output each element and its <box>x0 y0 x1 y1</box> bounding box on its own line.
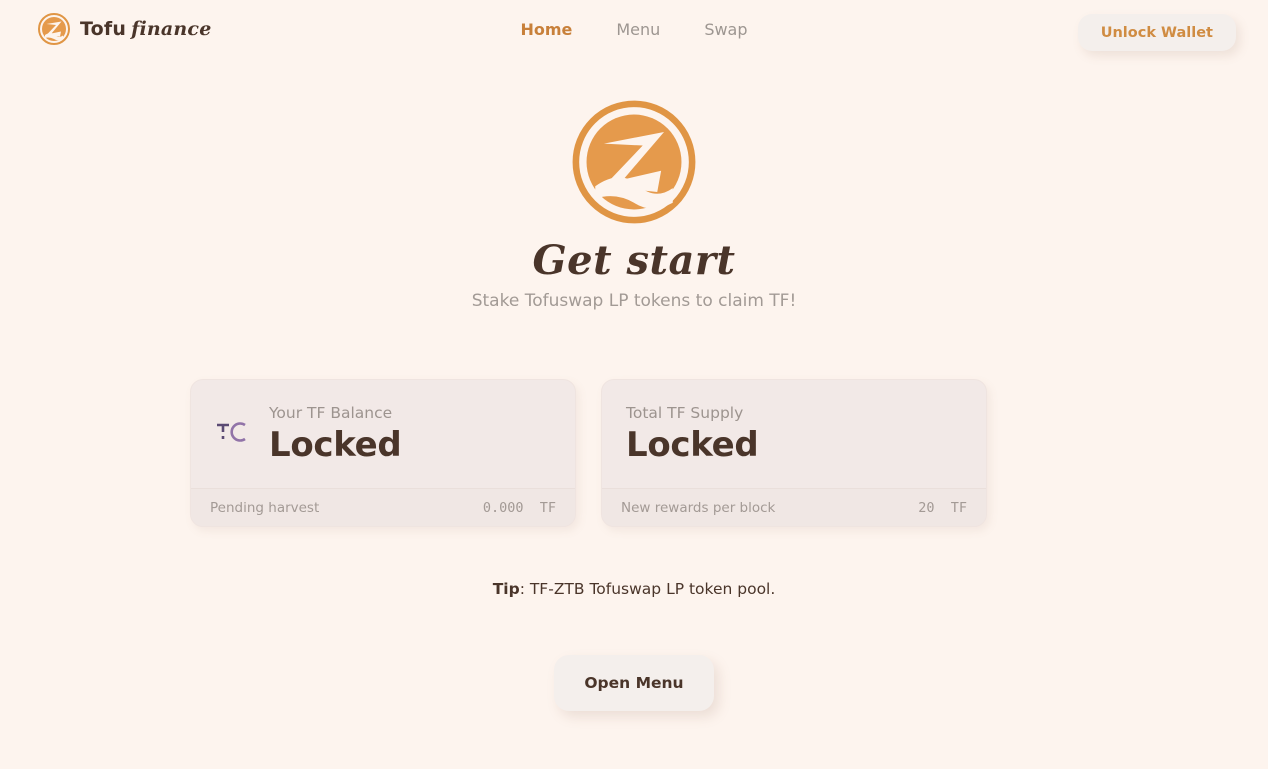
card-footer: Pending harvest 0.000 TF <box>191 488 575 526</box>
nav-item-menu[interactable]: Menu <box>610 18 666 41</box>
card-label: Total TF Supply <box>626 404 744 423</box>
tip-text: Tip: TF-ZTB Tofuswap LP token pool. <box>0 580 1268 598</box>
page-title: Get start <box>532 237 736 284</box>
card-body: Total TF Supply Locked <box>602 380 986 488</box>
open-menu-container: Open Menu <box>0 655 1268 711</box>
card-text: Your TF Balance Locked <box>269 404 402 465</box>
nav-item-swap[interactable]: Swap <box>698 18 753 41</box>
card-value: Locked <box>269 424 402 465</box>
open-menu-button[interactable]: Open Menu <box>554 655 714 711</box>
card-total-tf-supply: Total TF Supply Locked New rewards per b… <box>601 379 987 527</box>
hero-section: Get start Stake Tofuswap LP tokens to cl… <box>0 100 1268 311</box>
card-footer-label: New rewards per block <box>621 499 776 516</box>
page-subtitle: Stake Tofuswap LP tokens to claim TF! <box>471 291 797 311</box>
card-footer: New rewards per block 20 TF <box>602 488 986 526</box>
tip-prefix: Tip <box>492 580 520 598</box>
tip-body: : TF-ZTB Tofuswap LP token pool. <box>519 580 776 598</box>
unlock-wallet-button[interactable]: Unlock Wallet <box>1077 14 1236 51</box>
card-body: Your TF Balance Locked <box>191 380 575 488</box>
card-footer-value: 0.000 TF <box>482 499 556 516</box>
card-text: Total TF Supply Locked <box>626 404 759 465</box>
card-footer-value: 20 TF <box>918 499 967 516</box>
nav-item-home[interactable]: Home <box>514 18 578 41</box>
card-label: Your TF Balance <box>269 404 393 423</box>
card-value: Locked <box>626 424 759 465</box>
card-your-tf-balance: Your TF Balance Locked Pending harvest 0… <box>190 379 576 527</box>
tofu-coin-logo-icon <box>572 100 696 224</box>
site-header: Tofu finance Home Menu Swap Unlock Wallet <box>0 0 1268 64</box>
stats-cards: Your TF Balance Locked Pending harvest 0… <box>190 379 987 527</box>
card-footer-label: Pending harvest <box>210 499 320 516</box>
tf-token-icon <box>217 422 246 442</box>
